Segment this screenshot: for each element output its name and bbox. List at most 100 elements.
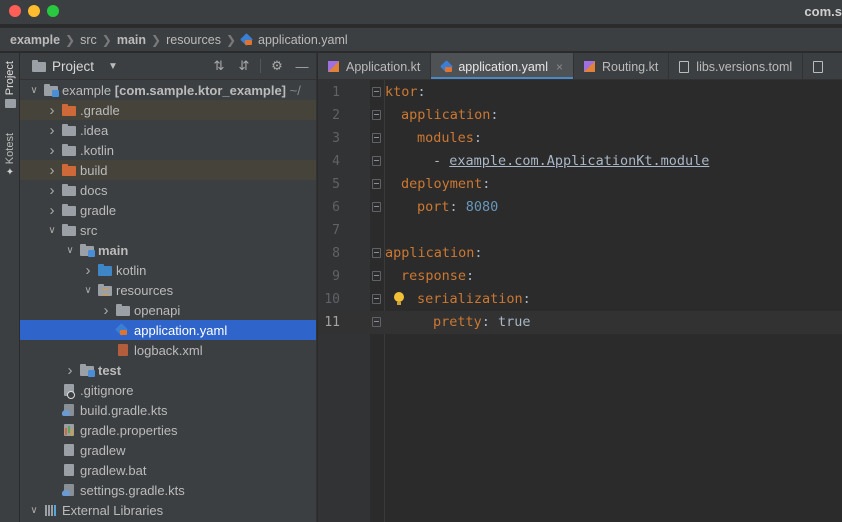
chevron-down-icon[interactable]: ∨ — [28, 85, 40, 96]
minimize-window-button[interactable] — [28, 5, 40, 17]
tree-item[interactable]: .gitignore — [20, 380, 316, 400]
tree-item[interactable]: gradle.properties — [20, 420, 316, 440]
hide-panel-icon[interactable]: — — [295, 59, 309, 74]
chevron-right-icon[interactable]: › — [100, 302, 112, 319]
close-icon[interactable]: × — [556, 60, 563, 74]
code-line[interactable]: 4 - example.com.ApplicationKt.module — [318, 150, 842, 173]
more-tabs-overflow[interactable] — [803, 53, 840, 79]
code-line[interactable]: 10 serialization: — [318, 288, 842, 311]
tree-item[interactable]: › .idea — [20, 120, 316, 140]
chevron-right-icon[interactable]: › — [46, 162, 58, 179]
code-line[interactable]: 6 port: 8080 — [318, 196, 842, 219]
tree-item[interactable]: › .kotlin — [20, 140, 316, 160]
tree-item[interactable]: gradlew.bat — [20, 460, 316, 480]
module-marker-icon — [88, 370, 95, 377]
tree-item[interactable]: settings.gradle.kts — [20, 480, 316, 500]
fold-marker-icon[interactable] — [372, 248, 381, 258]
fold-marker-icon[interactable] — [372, 202, 381, 212]
code-line[interactable]: 7 — [318, 219, 842, 242]
expand-all-icon[interactable]: ⇅ — [212, 58, 226, 73]
fold-marker-icon[interactable] — [372, 133, 381, 143]
chevron-down-icon[interactable]: ∨ — [46, 225, 58, 236]
yaml-value[interactable]: example.com.ApplicationKt.module — [449, 153, 709, 169]
editor-tab[interactable]: application.yaml × — [431, 53, 575, 79]
code-editor[interactable]: 1 ktor: 2 application: 3 modules: 4 - example.c… — [318, 80, 842, 522]
chevron-right-icon[interactable]: › — [46, 202, 58, 219]
kotest-tool-tab[interactable]: Kotest ✦ — [0, 133, 20, 178]
chevron-down-icon[interactable]: ∨ — [64, 245, 76, 256]
chevron-down-icon[interactable]: ∨ — [82, 285, 94, 296]
code-line[interactable]: 5 deployment: — [318, 173, 842, 196]
tree-item[interactable]: ∨ example [com.sample.ktor_example] ~/ — [20, 80, 316, 100]
tree-item[interactable]: › docs — [20, 180, 316, 200]
collapse-all-icon[interactable]: ⇵ — [237, 58, 251, 73]
code-line[interactable]: 2 application: — [318, 104, 842, 127]
tree-item-name: settings.gradle.kts — [80, 482, 185, 498]
chevron-right-icon[interactable]: › — [46, 122, 58, 139]
tree-item[interactable]: logback.xml — [20, 340, 316, 360]
code-line[interactable]: 11 pretty: true — [318, 311, 842, 334]
tree-item[interactable]: › kotlin — [20, 260, 316, 280]
fold-marker-icon[interactable] — [372, 87, 381, 97]
chevron-right-icon[interactable]: › — [82, 262, 94, 279]
code-line[interactable]: 3 modules: — [318, 127, 842, 150]
chevron-right-icon[interactable]: › — [46, 182, 58, 199]
project-tree: ∨ example [com.sample.ktor_example] ~/ › .g… — [20, 80, 316, 520]
zoom-window-button[interactable] — [47, 5, 59, 17]
tree-item[interactable]: ∨ resources — [20, 280, 316, 300]
fold-marker-icon[interactable] — [372, 271, 381, 281]
fold-marker-icon[interactable] — [372, 179, 381, 189]
line-number: 11 — [324, 315, 340, 330]
lightbulb-icon[interactable] — [394, 292, 404, 306]
gear-icon[interactable]: ⚙ — [270, 58, 284, 73]
chevron-down-icon[interactable]: ∨ — [28, 505, 40, 516]
module-qualified-name: [com.sample.ktor_example] — [114, 82, 286, 98]
code-line[interactable]: 9 response: — [318, 265, 842, 288]
chevron-down-icon[interactable]: ▼ — [108, 61, 118, 72]
tree-item[interactable]: › test — [20, 360, 316, 380]
code-text: ktor: — [385, 81, 426, 104]
tree-item[interactable]: gradlew — [20, 440, 316, 460]
breadcrumb-item[interactable]: application.yaml — [241, 33, 348, 47]
code-line[interactable]: 8 application: — [318, 242, 842, 265]
chevron-right-icon[interactable]: › — [46, 102, 58, 119]
tree-item-name: .gitignore — [80, 382, 134, 398]
breadcrumb-item[interactable]: main — [117, 33, 146, 47]
project-tool-tab[interactable]: Project — [0, 61, 20, 109]
breadcrumb-item[interactable]: resources — [166, 33, 221, 47]
excluded-folder-icon — [62, 163, 76, 177]
editor-tab[interactable]: Application.kt — [318, 53, 432, 79]
breadcrumb-separator-icon: ❯ — [65, 32, 76, 47]
tree-item[interactable]: build.gradle.kts — [20, 400, 316, 420]
code-text: application: — [385, 242, 483, 265]
code-line[interactable]: 1 ktor: — [318, 81, 842, 104]
tree-item[interactable]: ∨ src — [20, 220, 316, 240]
fold-marker-icon[interactable] — [372, 317, 381, 327]
editor-tab[interactable]: Routing.kt — [574, 53, 670, 79]
tree-item-label: main — [98, 243, 128, 258]
code-text: - example.com.ApplicationKt.module — [433, 150, 709, 173]
chevron-right-icon[interactable]: › — [46, 142, 58, 159]
tree-item[interactable]: › build — [20, 160, 316, 180]
tree-item[interactable]: › .gradle — [20, 100, 316, 120]
close-window-button[interactable] — [9, 5, 21, 17]
fold-marker-icon[interactable] — [372, 156, 381, 166]
tree-item[interactable]: ∨ External Libraries — [20, 500, 316, 520]
editor-tab[interactable]: libs.versions.toml — [669, 53, 804, 79]
chevron-right-icon[interactable]: › — [64, 362, 76, 379]
resources-folder-icon — [98, 283, 112, 297]
breadcrumb-item[interactable]: example — [10, 33, 60, 47]
module-path: ~/ — [286, 82, 301, 98]
tree-item[interactable]: application.yaml — [20, 320, 316, 340]
fold-marker-icon[interactable] — [372, 294, 381, 304]
tree-item[interactable]: › openapi — [20, 300, 316, 320]
code-text: serialization: — [417, 288, 531, 311]
kotlin-file-icon — [584, 61, 596, 72]
tree-item[interactable]: › gradle — [20, 200, 316, 220]
folder-icon — [62, 183, 76, 197]
tree-item[interactable]: ∨ main — [20, 240, 316, 260]
fold-marker-icon[interactable] — [372, 110, 381, 120]
breadcrumb-item[interactable]: src — [80, 33, 97, 47]
project-view-selector[interactable]: Project — [52, 59, 94, 74]
left-tool-strip: Project Kotest ✦ — [0, 53, 20, 522]
